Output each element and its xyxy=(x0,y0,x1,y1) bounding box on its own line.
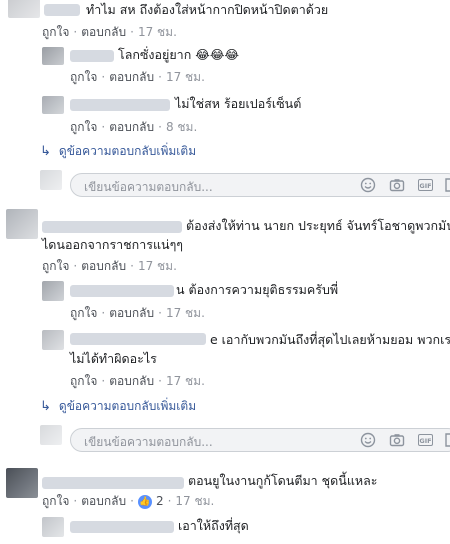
timestamp[interactable]: 17 ชม. xyxy=(166,70,205,84)
reply-link[interactable]: ตอบกลับ xyxy=(81,25,126,39)
reply-text-line-1: e เอากับพวกมันถึงที่สุดไปเลยห้ามยอม พวกเ… xyxy=(210,332,450,347)
reply-avatar[interactable] xyxy=(42,96,64,114)
reply-arrow-icon: ↳ xyxy=(40,399,51,414)
comment-actions: ถูกใจ · ตอบกลับ · 17 ชม. xyxy=(42,25,177,39)
gif-icon[interactable]: GIF xyxy=(418,179,433,191)
reply-link[interactable]: ตอบกลับ xyxy=(81,494,126,508)
reaction-count[interactable]: 2 xyxy=(156,494,164,508)
reply-author-name[interactable] xyxy=(70,521,174,533)
commenter-name[interactable] xyxy=(44,4,80,16)
smiley-icon[interactable] xyxy=(360,432,376,448)
comment-text: ทำไม สห ถึงต้องใส่หน้ากากปิดหน้าปิดตาด้ว… xyxy=(86,2,329,17)
reply-link[interactable]: ตอบกลับ xyxy=(109,374,154,388)
comment-text: ตอนยูในงานกูก้โดนตีมา ชุดนี้แหละ xyxy=(188,473,378,488)
reply-text: โลกซั่งอยู่ยาก 😂😂😂 xyxy=(118,47,240,62)
sticker-icon[interactable] xyxy=(444,432,450,448)
smiley-icon[interactable] xyxy=(360,177,376,193)
comment-text-line-2: ไดนออกจากราชการแน่ๆๆ xyxy=(42,237,183,252)
reply-author-name[interactable] xyxy=(70,333,206,345)
like-link[interactable]: ถูกใจ xyxy=(70,306,97,320)
reply-input[interactable]: เขียนข้อความตอบกลับ... GIF xyxy=(70,428,450,452)
reply-link[interactable]: ตอบกลับ xyxy=(109,70,154,84)
like-link[interactable]: ถูกใจ xyxy=(70,70,97,84)
reply-link[interactable]: ตอบกลับ xyxy=(81,259,126,273)
timestamp[interactable]: 17 ชม. xyxy=(175,494,214,508)
reply-actions: ถูกใจ · ตอบกลับ · 17 ชม. xyxy=(70,70,205,84)
timestamp[interactable]: 17 ชม. xyxy=(166,306,205,320)
reply-author-name[interactable] xyxy=(70,285,174,297)
commenter-avatar[interactable] xyxy=(6,209,38,239)
reply-avatar[interactable] xyxy=(42,330,64,350)
reply-input-placeholder: เขียนข้อความตอบกลับ... xyxy=(84,435,213,449)
reply-arrow-icon: ↳ xyxy=(40,144,51,159)
camera-icon[interactable] xyxy=(389,177,405,193)
reply-text: เอาให้ถึงที่สุด xyxy=(178,518,249,533)
timestamp[interactable]: 17 ชม. xyxy=(138,25,177,39)
reply-author-name[interactable] xyxy=(70,50,114,62)
like-link[interactable]: ถูกใจ xyxy=(42,259,69,273)
reply-actions: ถูกใจ · ตอบกลับ · 8 ชม. xyxy=(70,120,198,134)
camera-icon[interactable] xyxy=(389,432,405,448)
comment-text-line-1: ต้องส่งให้ท่าน นายก ประยุทธ์ จันทร์โอชาด… xyxy=(186,218,450,233)
reply-input-placeholder: เขียนข้อความตอบกลับ... xyxy=(84,180,213,194)
like-icon[interactable]: 👍 xyxy=(137,494,152,509)
like-link[interactable]: ถูกใจ xyxy=(42,25,69,39)
current-user-avatar xyxy=(40,170,62,190)
commenter-avatar[interactable] xyxy=(6,468,38,498)
reply-actions: ถูกใจ · ตอบกลับ · 17 ชม. xyxy=(70,374,205,388)
reply-link[interactable]: ตอบกลับ xyxy=(109,120,154,134)
like-link[interactable]: ถูกใจ xyxy=(70,120,97,134)
reply-text: ไม่ใช่สห ร้อยเปอร์เซ็นต์ xyxy=(175,96,302,111)
reply-actions: ถูกใจ · ตอบกลับ · 17 ชม. xyxy=(70,306,205,320)
gif-icon[interactable]: GIF xyxy=(418,434,433,446)
reply-author-name[interactable] xyxy=(70,99,170,111)
reply-text-line-2: ไม่ได้ทำผิดอะไร xyxy=(70,351,157,366)
timestamp[interactable]: 8 ชม. xyxy=(166,120,197,134)
commenter-name[interactable] xyxy=(42,221,182,233)
reply-input[interactable]: เขียนข้อความตอบกลับ... GIF xyxy=(70,173,450,197)
like-link[interactable]: ถูกใจ xyxy=(70,374,97,388)
comment-actions: ถูกใจ · ตอบกลับ · 👍 2 · 17 ชม. xyxy=(42,494,215,509)
like-link[interactable]: ถูกใจ xyxy=(42,494,69,508)
reply-link[interactable]: ตอบกลับ xyxy=(109,306,154,320)
view-more-replies[interactable]: ↳ ดูข้อความตอบกลับเพิ่มเติม xyxy=(40,398,196,415)
reply-avatar[interactable] xyxy=(42,281,64,301)
comment-actions: ถูกใจ · ตอบกลับ · 17 ชม. xyxy=(42,259,177,273)
current-user-avatar xyxy=(40,425,62,445)
reply-text: น ต้องการความยุติธรรมครับพี่ xyxy=(176,282,339,297)
view-more-replies[interactable]: ↳ ดูข้อความตอบกลับเพิ่มเติม xyxy=(40,143,196,160)
reply-avatar[interactable] xyxy=(42,47,64,65)
commenter-avatar[interactable] xyxy=(8,0,40,18)
sticker-icon[interactable] xyxy=(444,177,450,193)
reply-avatar[interactable] xyxy=(42,517,64,537)
timestamp[interactable]: 17 ชม. xyxy=(138,259,177,273)
commenter-name[interactable] xyxy=(42,477,184,489)
timestamp[interactable]: 17 ชม. xyxy=(166,374,205,388)
